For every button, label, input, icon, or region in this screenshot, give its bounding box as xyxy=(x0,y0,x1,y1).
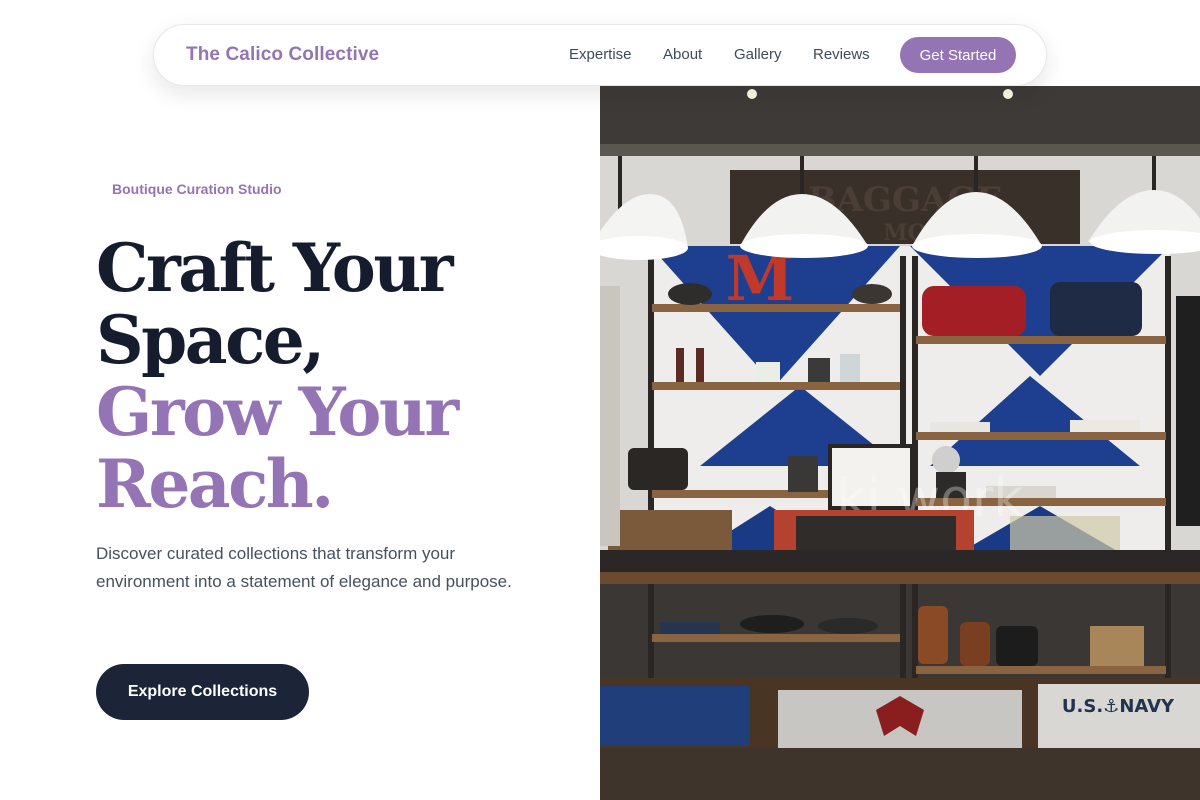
navy-shirt-text: U.S.⚓NAVY xyxy=(1062,696,1175,717)
hero-store-photo: BAGGAGE MO M ki work U.S.⚓NAVY xyxy=(600,86,1200,800)
store-illustration: BAGGAGE MO M ki work U.S.⚓NAVY xyxy=(600,86,1200,800)
headline-line-2: Space, xyxy=(96,301,325,379)
headline-line-1: Craft Your xyxy=(96,229,454,307)
nav-link-gallery[interactable]: Gallery xyxy=(734,46,782,63)
navy-tote-bag xyxy=(1050,282,1142,336)
hero-description: Discover curated collections that transf… xyxy=(96,544,512,591)
boot xyxy=(628,448,688,490)
navbar: The Calico Collective Expertise About Ga… xyxy=(153,24,1047,86)
nav-link-reviews[interactable]: Reviews xyxy=(813,46,870,63)
nav-link-expertise[interactable]: Expertise xyxy=(569,46,632,63)
get-started-button[interactable]: Get Started xyxy=(900,37,1016,73)
hero-headline: Craft Your Space, Grow Your Reach. xyxy=(96,232,576,520)
explore-collections-button[interactable]: Explore Collections xyxy=(96,664,309,720)
nav-link-about[interactable]: About xyxy=(663,46,702,63)
headline-accent-line-2: Reach. xyxy=(96,445,334,523)
headline-accent-line-1: Grow Your xyxy=(96,373,459,451)
red-duffel-bag xyxy=(922,286,1026,336)
hero-eyebrow: Boutique Curation Studio xyxy=(112,181,282,197)
brand-logo[interactable]: The Calico Collective xyxy=(186,44,379,66)
